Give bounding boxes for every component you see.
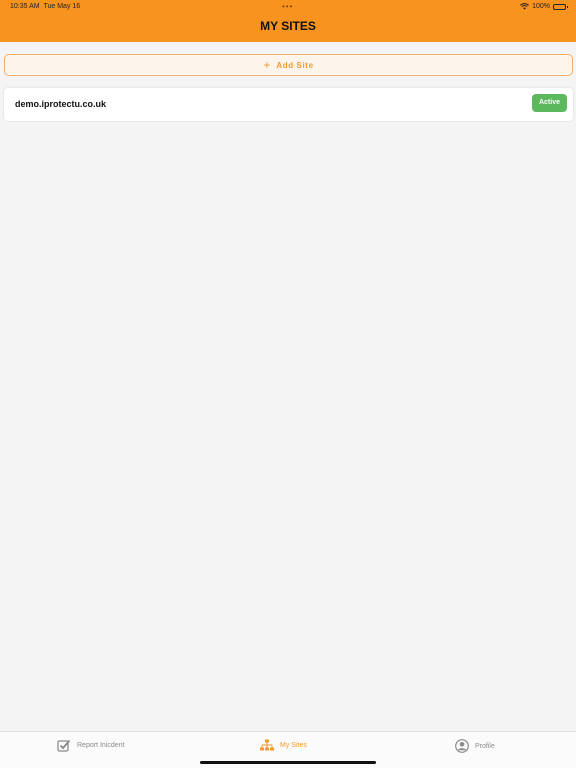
status-right: 100% <box>520 3 568 10</box>
status-time: 10:35 AM Tue May 16 <box>10 3 81 10</box>
status-badge: Active <box>531 94 567 112</box>
tab-label: Profile <box>475 742 495 750</box>
battery-icon <box>553 3 568 10</box>
add-site-label: Add Site <box>276 60 314 70</box>
plus-icon: + <box>263 58 271 72</box>
sitemap-icon <box>260 739 274 751</box>
status-date: Tue May 16 <box>43 3 81 10</box>
top-bar: 10:35 AM Tue May 16 ••• 100% MY SITES <box>0 0 576 42</box>
tab-my-sites[interactable]: My Sites <box>260 739 307 752</box>
home-indicator <box>200 761 376 764</box>
multitasking-dots[interactable]: ••• <box>282 2 293 11</box>
checkbox-icon <box>57 739 71 752</box>
user-icon <box>455 739 469 753</box>
wifi-icon <box>520 3 530 10</box>
tab-label: Report Inicdent <box>77 742 125 749</box>
tab-label: My Sites <box>280 742 307 749</box>
site-name: demo.iprotectu.co.uk <box>15 99 107 109</box>
site-list-item[interactable]: demo.iprotectu.co.uk Active <box>4 88 573 121</box>
tab-profile[interactable]: Profile <box>455 739 495 753</box>
tab-report-incident[interactable]: Report Inicdent <box>57 739 124 752</box>
tab-bar: Report Inicdent My Sites Profile <box>0 731 576 768</box>
page-title: MY SITES <box>260 19 316 33</box>
add-site-button[interactable]: + Add Site <box>4 54 573 76</box>
battery-percent: 100% <box>532 3 550 10</box>
